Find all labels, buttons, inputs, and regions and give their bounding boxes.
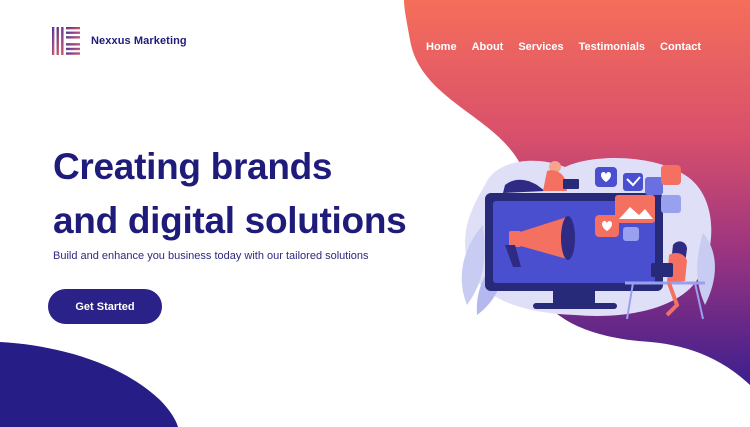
nav-contact-link[interactable]: Contact: [660, 41, 701, 53]
get-started-button[interactable]: Get Started: [48, 289, 162, 324]
striped-square-logo-icon: [52, 27, 80, 55]
megaphone-monitor-illustration-icon: [461, 157, 715, 320]
hero-subtitle: Build and enhance you business today wit…: [53, 250, 369, 262]
brand-name: Nexxus Marketing: [91, 35, 187, 47]
nav-services-link[interactable]: Services: [518, 41, 563, 53]
bottom-left-blob: [0, 342, 178, 427]
nav-home-link[interactable]: Home: [426, 41, 457, 53]
hero-title-line-2: and digital solutions: [53, 200, 407, 241]
main-nav: Home About Services Testimonials Contact: [411, 41, 701, 53]
nav-testimonials-link[interactable]: Testimonials: [579, 41, 645, 53]
hero-title: Creating brands and digital solutions: [53, 140, 473, 248]
brand-logo[interactable]: Nexxus Marketing: [52, 27, 187, 55]
nav-about-link[interactable]: About: [472, 41, 504, 53]
hero-title-line-1: Creating brands: [53, 146, 333, 187]
